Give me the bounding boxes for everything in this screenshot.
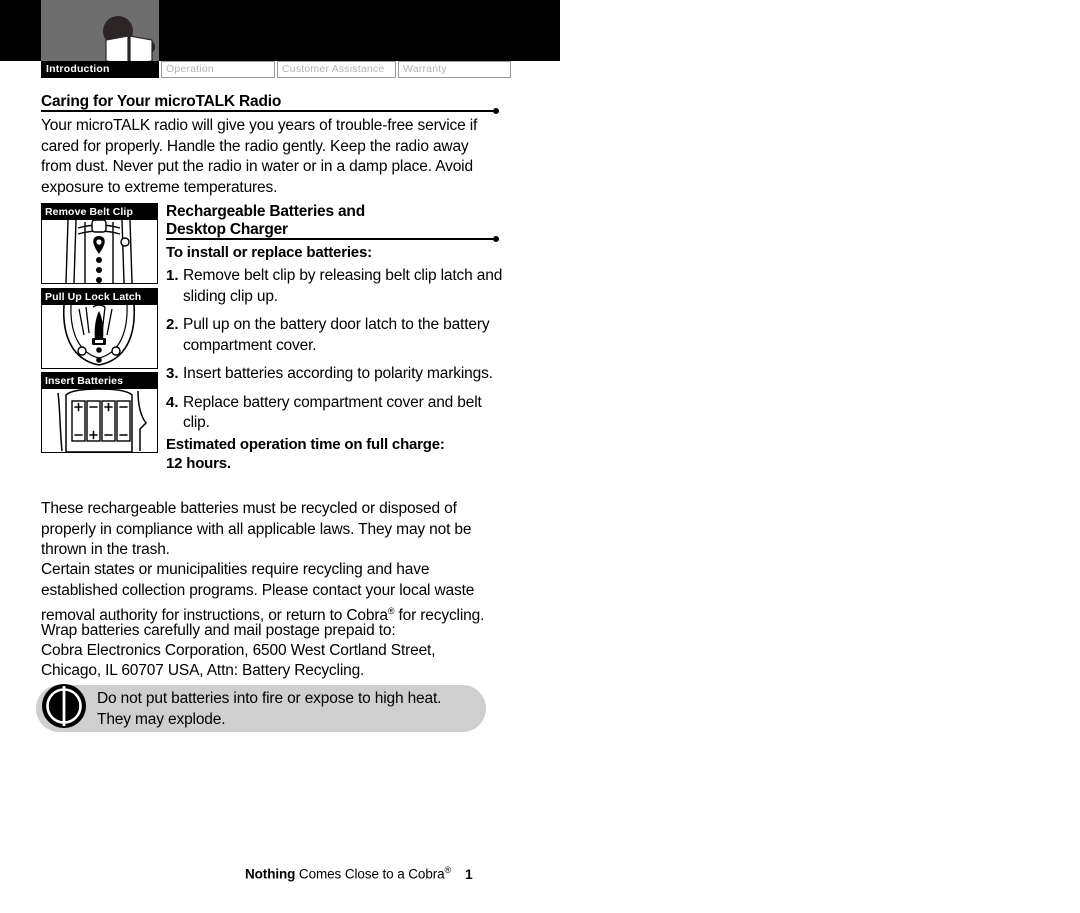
figure-insert-batteries: Insert Batteries: [41, 372, 158, 453]
step-text: Remove belt clip by releasing belt clip …: [183, 267, 503, 305]
step-text: Insert batteries according to polarity m…: [183, 365, 493, 382]
figure-pull-up-lock-latch-caption: Pull Up Lock Latch: [42, 289, 157, 305]
tab-customer-assistance[interactable]: Customer Assistance: [277, 61, 396, 78]
step-number: 3.: [166, 365, 179, 382]
estimated-time-line1: Estimated operation time on full charge:: [166, 436, 445, 453]
step-text: Pull up on the battery door latch to the…: [183, 316, 490, 354]
tab-operation-label: Operation: [166, 63, 214, 75]
list-item: 3. Insert batteries according to polarit…: [166, 364, 506, 385]
footer-rest: Comes Close to a Cobra: [295, 866, 445, 882]
step-number: 2.: [166, 316, 179, 333]
tab-introduction-label: Introduction: [46, 63, 110, 75]
warning-text: Do not put batteries into fire or expose…: [97, 689, 441, 730]
recycling-paragraph-2: Certain states or municipalities require…: [41, 560, 503, 627]
figure-pull-up-lock-latch: Pull Up Lock Latch: [41, 288, 158, 369]
list-item: 4. Replace battery compartment cover and…: [166, 393, 506, 434]
batteries-illustration: [42, 389, 157, 452]
page-number: 1: [465, 866, 473, 882]
figure-remove-belt-clip-caption: Remove Belt Clip: [42, 204, 157, 220]
lock-latch-illustration: [42, 305, 157, 368]
step-text: Replace battery compartment cover and be…: [183, 393, 482, 432]
tab-warranty-label: Warranty: [403, 63, 447, 75]
tab-customer-assistance-label: Customer Assistance: [282, 63, 385, 75]
figure-insert-batteries-caption: Insert Batteries: [42, 373, 157, 389]
estimated-time-line2: 12 hours.: [166, 455, 231, 472]
belt-clip-illustration: [42, 220, 157, 283]
tab-operation[interactable]: Operation: [161, 61, 275, 78]
recycling-paragraph-1: These rechargeable batteries must be rec…: [41, 500, 472, 558]
mail-address-line-2: Cobra Electronics Corporation, 6500 West…: [41, 642, 436, 659]
step-number: 1.: [166, 267, 179, 284]
tab-introduction[interactable]: Introduction: [41, 61, 159, 78]
caring-heading-rule: [41, 108, 499, 114]
step-number: 4.: [166, 393, 179, 411]
tab-bar: Introduction Operation Customer Assistan…: [41, 61, 511, 78]
list-item: 1. Remove belt clip by releasing belt cl…: [166, 266, 506, 307]
install-subheading: To install or replace batteries:: [166, 244, 372, 261]
footer-registered-mark: ®: [444, 865, 452, 875]
rechargeable-heading-rule: [166, 236, 499, 242]
warning-text-line-1: Do not put batteries into fire or expose…: [97, 690, 442, 707]
mail-address-line-1: Wrap batteries carefully and mail postag…: [41, 622, 396, 639]
cobra-open-book-logo: [100, 14, 160, 65]
do-not-burn-icon: [41, 683, 87, 729]
list-item: 2. Pull up on the battery door latch to …: [166, 315, 506, 356]
install-steps-list: 1. Remove belt clip by releasing belt cl…: [166, 266, 506, 442]
figure-remove-belt-clip: Remove Belt Clip: [41, 203, 158, 284]
warning-text-line-2: They may explode.: [97, 710, 226, 728]
caring-heading: Caring for Your microTALK Radio: [41, 93, 282, 110]
footer-bold-word: Nothing: [245, 866, 296, 882]
caring-paragraph: Your microTALK radio will give you years…: [41, 117, 478, 196]
tab-warranty[interactable]: Warranty: [398, 61, 511, 78]
rechargeable-heading-line2: Desktop Charger: [166, 221, 288, 238]
mail-address-line-3: Chicago, IL 60707 USA, Attn: Battery Rec…: [41, 662, 365, 679]
footer: Nothing Comes Close to a Cobra® 1: [245, 861, 473, 884]
rechargeable-heading-line1: Rechargeable Batteries and: [166, 203, 365, 220]
